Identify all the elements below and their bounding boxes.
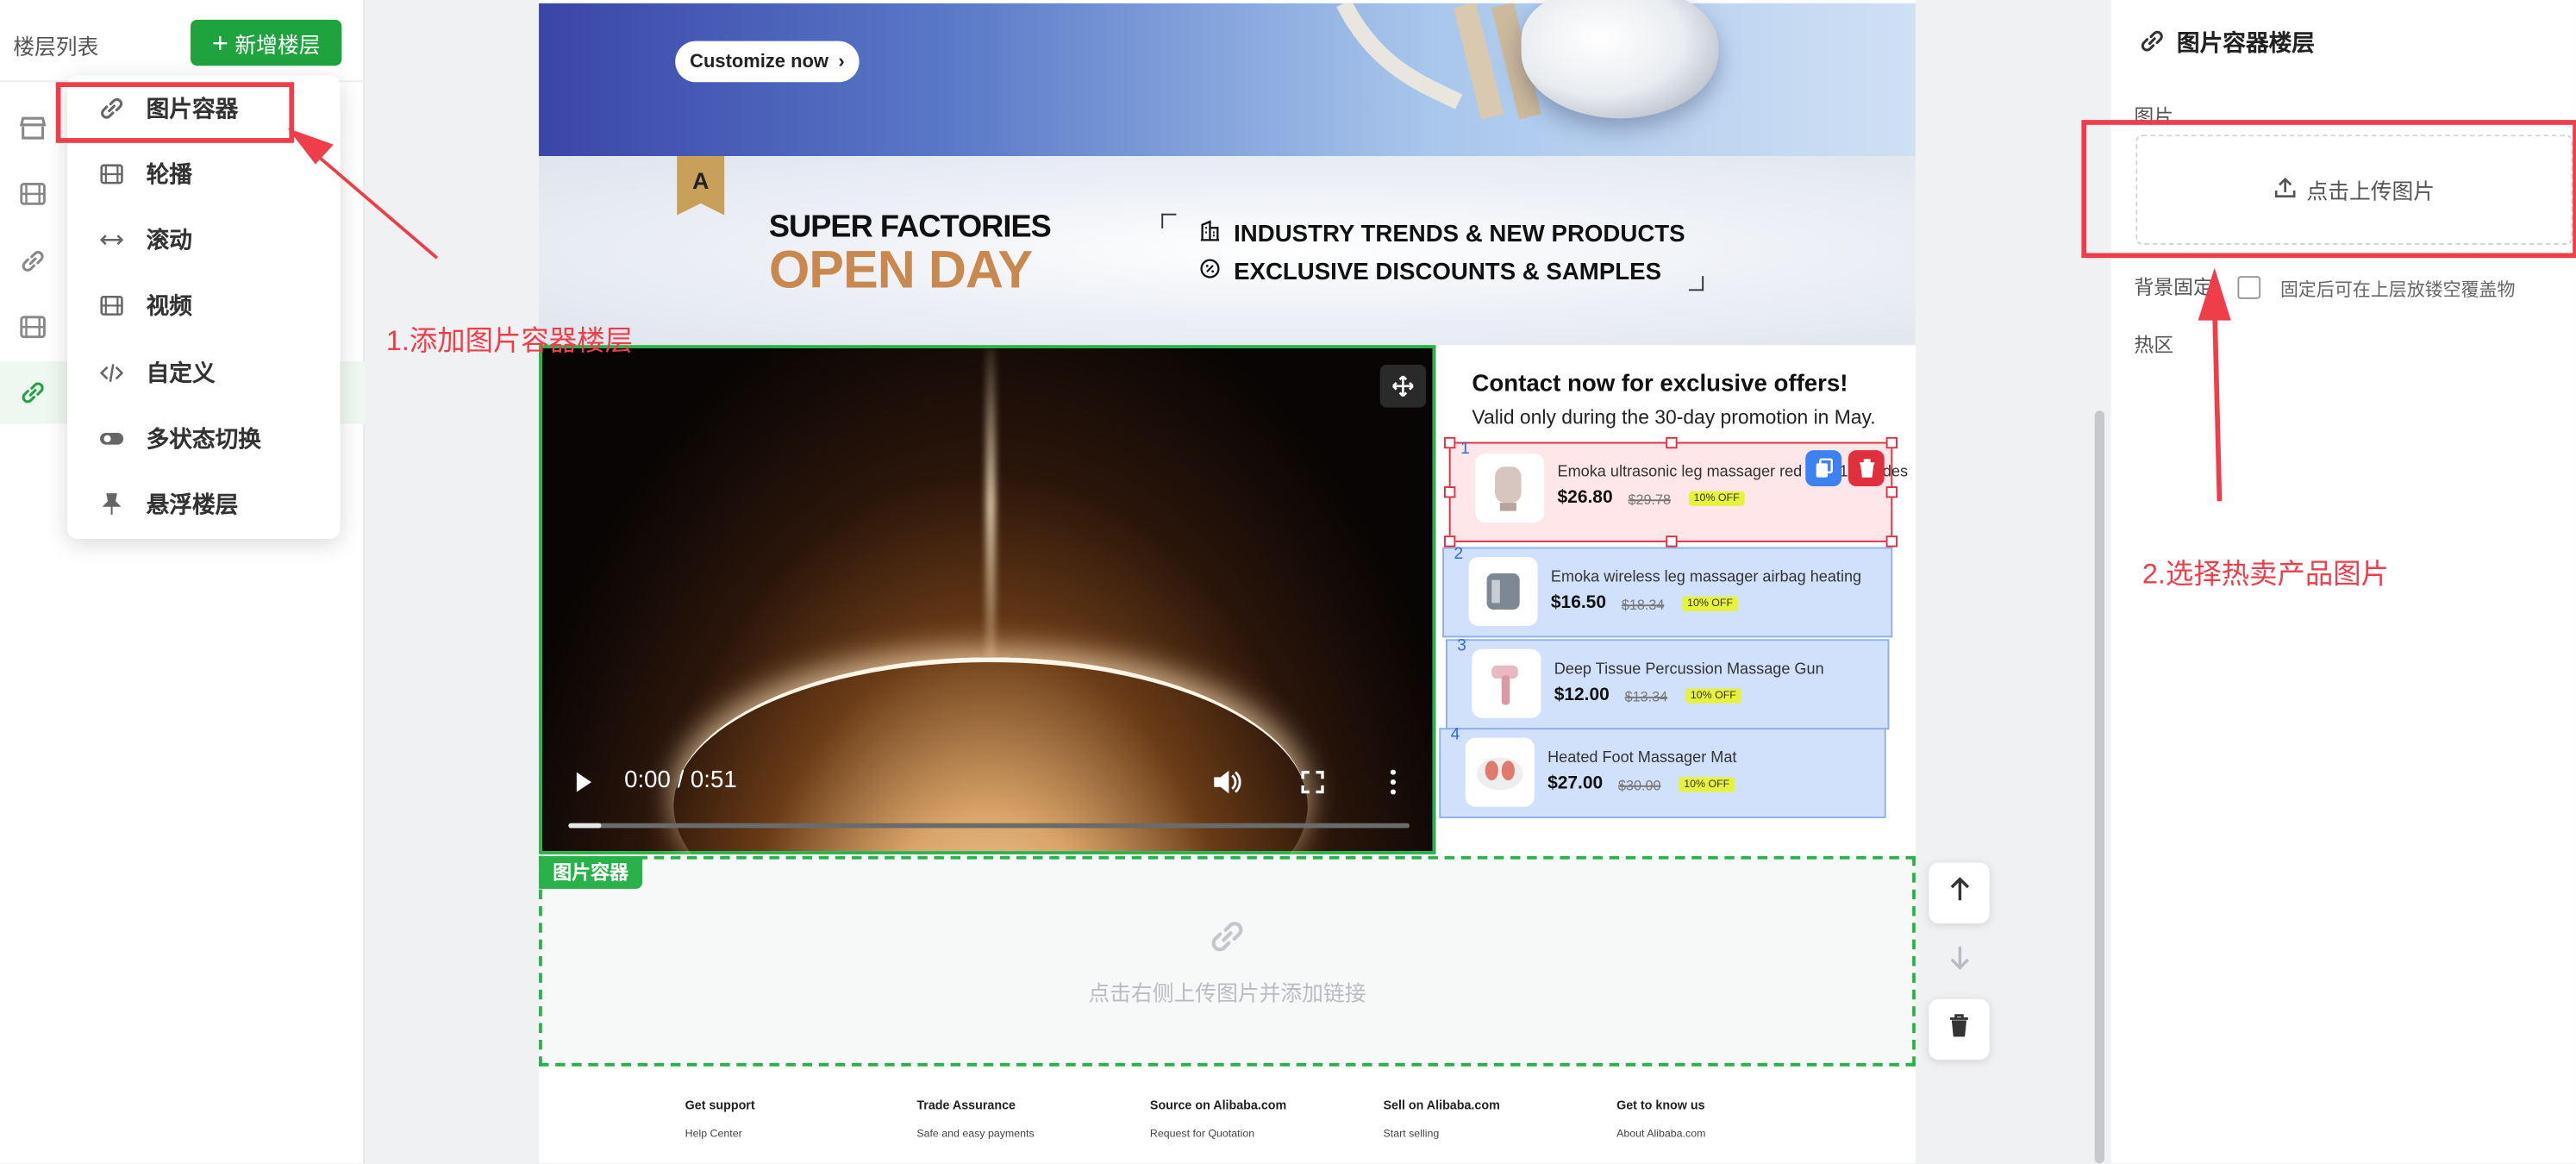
annotation-step1: 1.添加图片容器楼层	[385, 325, 634, 357]
annotation-highlight-upload	[2081, 120, 2576, 259]
annotation-step2: 2.选择热卖产品图片	[2141, 558, 2390, 591]
